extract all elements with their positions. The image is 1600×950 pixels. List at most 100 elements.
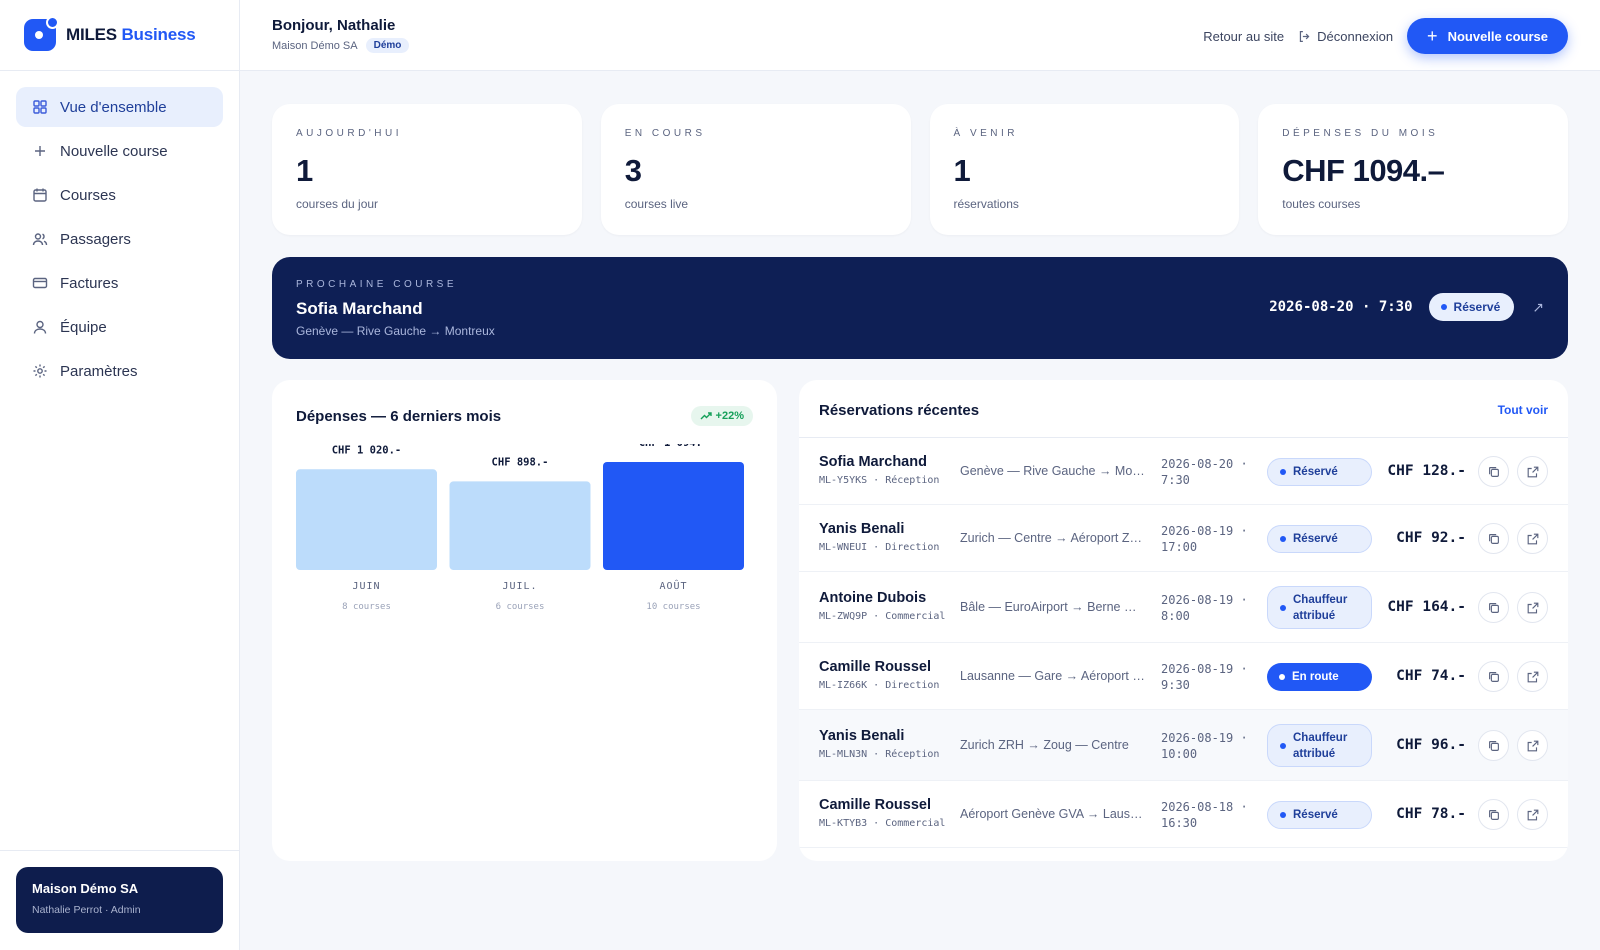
table-row[interactable]: Yanis Benali ML-MLN3N · Réception Zurich Z… bbox=[799, 710, 1568, 781]
bar[interactable] bbox=[603, 462, 744, 570]
users-icon bbox=[32, 231, 48, 247]
reservation-route: Zurich — Centre → Aéroport Zurich bbox=[960, 530, 1148, 545]
trend-badge: +22% bbox=[690, 406, 753, 426]
reservation-time: 8:00 bbox=[1161, 608, 1190, 623]
table-row[interactable]: Camille Roussel ML-IZ66K · Direction Lausa… bbox=[799, 643, 1568, 710]
brand-name-part2: Business bbox=[121, 25, 196, 44]
reservation-time: 16:30 bbox=[1161, 815, 1198, 830]
sidebar-item-plus[interactable]: Nouvelle course bbox=[16, 131, 223, 171]
reservation-datetime: 2026-08-20 · 7:30 bbox=[1161, 456, 1261, 488]
copy-button[interactable] bbox=[1478, 730, 1509, 761]
plus-icon: + bbox=[1427, 25, 1438, 46]
status-badge: En route bbox=[1267, 662, 1372, 691]
status-badge: Réservé bbox=[1428, 293, 1515, 321]
sidebar-item-users[interactable]: Passagers bbox=[16, 219, 223, 259]
reservation-datetime: 2026-08-19 · 17:00 bbox=[1161, 523, 1261, 555]
sidebar-item-credit-card[interactable]: Factures bbox=[16, 263, 223, 303]
reservation-datetime: 2026-08-18 · 16:30 bbox=[1161, 799, 1261, 831]
passenger-name: Yanis Benali bbox=[819, 520, 905, 537]
open-button[interactable] bbox=[1517, 592, 1548, 623]
next-course-datetime: 2026-08-20 · 7:30 bbox=[1269, 299, 1413, 315]
open-button[interactable] bbox=[1517, 456, 1548, 487]
sidebar-item-gear[interactable]: Paramètres bbox=[16, 351, 223, 391]
reservation-price: CHF 96.- bbox=[1396, 736, 1466, 753]
status-dot-icon bbox=[1440, 304, 1447, 310]
bar-value-label: CHF 1 020.- bbox=[332, 444, 402, 456]
external-link-icon bbox=[1526, 670, 1540, 684]
back-to-site-link[interactable]: Retour au site bbox=[1203, 29, 1284, 44]
reservation-price: CHF 78.- bbox=[1396, 805, 1466, 822]
next-course-banner[interactable]: PROCHAINE COURSE Sofia Marchand Genève —… bbox=[272, 257, 1568, 359]
account-card[interactable]: Maison Démo SA Nathalie Perrot · Admin bbox=[16, 867, 223, 933]
sidebar: MILES Business Vue d'ensemble Nouvelle co… bbox=[0, 0, 240, 950]
external-link-icon bbox=[1526, 601, 1540, 615]
brand[interactable]: MILES Business bbox=[0, 0, 239, 71]
sidebar-item-user[interactable]: Équipe bbox=[16, 307, 223, 347]
status-dot-icon bbox=[1280, 468, 1286, 475]
stat-label: Aujourd'hui bbox=[296, 128, 402, 139]
copy-button[interactable] bbox=[1478, 456, 1509, 487]
table-row[interactable]: Yanis Benali ML-WNEUI · Direction Zurich —… bbox=[799, 505, 1568, 572]
logout-icon bbox=[1299, 30, 1310, 42]
passenger-name: Sofia Marchand bbox=[819, 453, 927, 470]
copy-button[interactable] bbox=[1478, 661, 1509, 692]
reservation-time: 9:30 bbox=[1161, 677, 1190, 692]
passenger-name: Yanis Benali bbox=[819, 727, 905, 744]
open-arrow-icon[interactable]: ↗ bbox=[1532, 299, 1544, 316]
stat-label: En cours bbox=[624, 128, 706, 139]
sidebar-item-calendar[interactable]: Courses bbox=[16, 175, 223, 215]
sidebar-item-grid[interactable]: Vue d'ensemble bbox=[16, 87, 223, 127]
table-row[interactable]: Sofia Marchand ML-Y5YKS · Réception Genève… bbox=[799, 438, 1568, 505]
copy-button[interactable] bbox=[1478, 799, 1509, 830]
open-button[interactable] bbox=[1517, 523, 1548, 554]
open-button[interactable] bbox=[1517, 799, 1548, 830]
logout-button[interactable]: Déconnexion bbox=[1298, 29, 1393, 44]
sidebar-footer: Maison Démo SA Nathalie Perrot · Admin bbox=[0, 850, 239, 950]
reservation-ref: ML-WNEUI · Direction bbox=[819, 541, 940, 553]
open-button[interactable] bbox=[1517, 661, 1548, 692]
bar-sub-label: 6 courses bbox=[496, 602, 545, 612]
status-badge: Chauffeur attribué bbox=[1267, 724, 1372, 767]
status-dot-icon bbox=[1280, 811, 1286, 818]
spending-card: Dépenses — 6 derniers mois +22% CHF 1 02… bbox=[272, 380, 777, 861]
open-button[interactable] bbox=[1517, 730, 1548, 761]
reservation-date: 2026-08-19 · bbox=[1161, 730, 1248, 745]
x-tick-label: JUIN bbox=[352, 581, 380, 592]
copy-icon bbox=[1487, 808, 1501, 822]
plus-icon bbox=[32, 143, 48, 159]
reservation-ref: ML-MLN3N · Réception bbox=[819, 748, 940, 760]
status-dot-icon bbox=[1280, 742, 1286, 749]
x-tick-label: JUIL. bbox=[502, 581, 537, 592]
bar-sub-label: 8 courses bbox=[342, 602, 391, 612]
reservation-price: CHF 92.- bbox=[1396, 529, 1466, 546]
stat-sub: toutes courses bbox=[1282, 197, 1361, 211]
reservation-route: Zurich ZRH → Zoug — Centre bbox=[960, 737, 1129, 752]
reservation-time: 17:00 bbox=[1161, 539, 1198, 554]
copy-button[interactable] bbox=[1478, 523, 1509, 554]
status-label: Réservé bbox=[1293, 465, 1338, 478]
stat-card-upcoming: À venir 1 réservations bbox=[929, 104, 1240, 235]
reservation-date: 2026-08-19 · bbox=[1161, 661, 1248, 676]
credit-card-icon bbox=[32, 275, 48, 291]
new-course-button[interactable]: + Nouvelle course bbox=[1407, 18, 1568, 54]
reservation-price: CHF 128.- bbox=[1387, 462, 1466, 479]
status-dot-icon bbox=[1279, 673, 1285, 680]
reservation-route: Bâle — EuroAirport → Berne — Centre bbox=[960, 599, 1148, 614]
reservation-ref: ML-Y5YKS · Réception bbox=[819, 474, 940, 486]
copy-button[interactable] bbox=[1478, 592, 1509, 623]
status-label: Réservé bbox=[1293, 808, 1338, 821]
sidebar-item-label: Passagers bbox=[60, 230, 131, 248]
stat-card-ongoing: En cours 3 courses live bbox=[600, 104, 911, 235]
table-row[interactable]: Camille Roussel ML-KTYB3 · Commercial Aéro… bbox=[799, 781, 1568, 848]
reservation-date: 2026-08-20 · bbox=[1161, 456, 1248, 471]
table-row[interactable]: Antoine Dubois ML-ZWQ9P · Commercial Bâle … bbox=[799, 572, 1568, 643]
bar[interactable] bbox=[296, 469, 437, 570]
status-badge: Réservé bbox=[1267, 457, 1372, 486]
see-all-link[interactable]: Tout voir bbox=[1498, 403, 1548, 417]
bar[interactable] bbox=[449, 481, 591, 570]
passenger-name: Camille Roussel bbox=[819, 796, 932, 813]
reservation-route: Lausanne — Gare → Aéroport Genève bbox=[960, 668, 1148, 683]
reservation-ref: ML-ZWQ9P · Commercial bbox=[819, 610, 946, 622]
status-label: En route bbox=[1292, 670, 1339, 683]
spending-chart: CHF 1 020.- JUIN 8 courses CHF 898.- JUIL. 6 … bbox=[296, 444, 744, 612]
